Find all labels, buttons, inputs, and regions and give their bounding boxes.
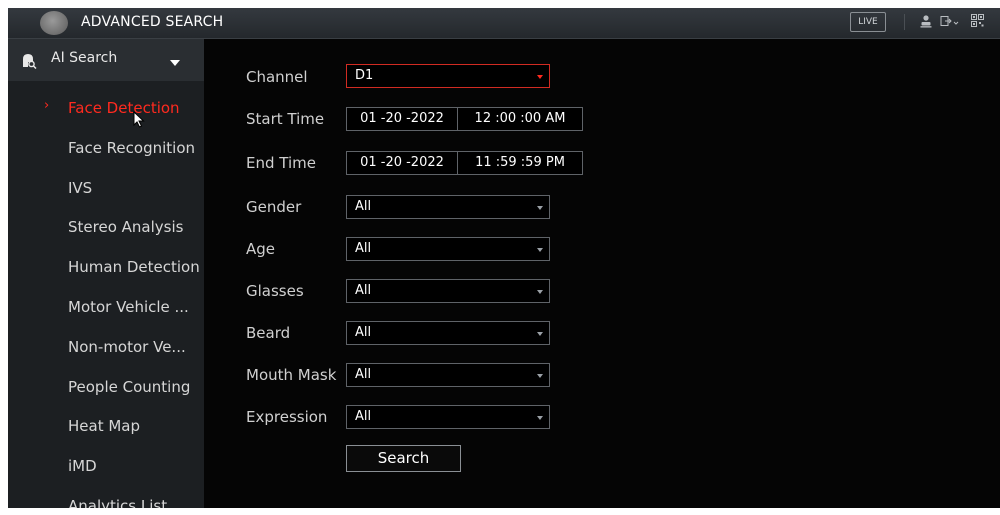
caret-down-icon [537,206,543,210]
channel-select[interactable]: D1 [346,64,550,88]
gender-value: All [355,199,372,214]
sidebar-item-label: Human Detection [68,258,200,276]
age-select[interactable]: All [346,237,550,261]
glasses-value: All [355,283,372,298]
caret-down-icon [537,290,543,294]
gender-select[interactable]: All [346,195,550,219]
caret-down-icon [537,75,543,79]
start-date-input[interactable]: 01 -20 -2022 [347,108,458,130]
sidebar-item-label: Motor Vehicle ... [68,298,189,316]
end-time-input[interactable]: 11 :59 :59 PM [458,152,582,174]
mouth-mask-label: Mouth Mask [246,366,337,384]
beard-value: All [355,325,372,340]
start-time-field[interactable]: 01 -20 -2022 12 :00 :00 AM [346,107,583,131]
ai-search-label: AI Search [51,50,118,66]
app-window: ADVANCED SEARCH LIVE AI Search › Face De… [8,8,1000,508]
mouth-mask-value: All [355,367,372,382]
glasses-label: Glasses [246,282,304,300]
sidebar-item-motor-vehicle[interactable]: Motor Vehicle ... [8,289,204,325]
sidebar-item-analytics-list[interactable]: Analytics List [8,488,204,508]
live-button[interactable]: LIVE [850,12,886,32]
sidebar-item-people-counting[interactable]: People Counting [8,369,204,405]
sidebar-item-label: Face Detection [68,99,180,117]
header-divider [904,14,905,30]
logo-icon [40,11,68,35]
qr-code-icon[interactable] [971,14,984,31]
ai-search-dropdown[interactable]: AI Search [8,39,204,81]
caret-down-icon [537,416,543,420]
sidebar-item-heat-map[interactable]: Heat Map [8,408,204,444]
search-button[interactable]: Search [346,445,461,472]
user-icon[interactable] [920,14,932,32]
end-time-label: End Time [246,154,316,172]
sidebar-item-non-motor-vehicle[interactable]: Non-motor Ve... [8,329,204,365]
sidebar-item-label: People Counting [68,378,191,396]
sidebar-item-label: Non-motor Ve... [68,338,186,356]
caret-down-icon [537,248,543,252]
gender-label: Gender [246,198,302,216]
sidebar-item-label: Stereo Analysis [68,218,184,236]
start-time-input[interactable]: 12 :00 :00 AM [458,108,582,130]
age-value: All [355,241,372,256]
expression-label: Expression [246,408,328,426]
sidebar-item-label: Face Recognition [68,139,196,157]
channel-label: Channel [246,68,308,86]
mouth-mask-select[interactable]: All [346,363,550,387]
sidebar-item-stereo-analysis[interactable]: Stereo Analysis [8,209,204,245]
sidebar-item-label: iMD [68,457,97,475]
sidebar-item-human-detection[interactable]: Human Detection [8,249,204,285]
start-time-label: Start Time [246,110,325,128]
logout-icon[interactable] [940,14,960,32]
glasses-select[interactable]: All [346,279,550,303]
sidebar-item-label: Heat Map [68,417,141,435]
sidebar-item-imd[interactable]: iMD [8,448,204,484]
channel-value: D1 [355,68,374,83]
sidebar-item-label: IVS [68,179,93,197]
ai-search-icon [21,53,37,70]
end-time-field[interactable]: 01 -20 -2022 11 :59 :59 PM [346,151,583,175]
sidebar-item-ivs[interactable]: IVS [8,170,204,206]
end-date-input[interactable]: 01 -20 -2022 [347,152,458,174]
header-bar: ADVANCED SEARCH LIVE [8,8,1000,39]
sidebar: AI Search › Face Detection Face Recognit… [8,39,204,508]
expression-value: All [355,409,372,424]
caret-down-icon [537,374,543,378]
expression-select[interactable]: All [346,405,550,429]
beard-label: Beard [246,324,291,342]
chevron-down-icon [170,60,180,66]
sidebar-item-label: Analytics List [68,497,168,508]
mouse-cursor-icon [133,110,145,132]
sidebar-item-face-recognition[interactable]: Face Recognition [8,130,204,166]
chevron-right-icon: › [44,98,50,113]
page-title: ADVANCED SEARCH [81,14,224,30]
sidebar-item-face-detection[interactable]: › Face Detection [8,90,204,126]
age-label: Age [246,240,276,258]
beard-select[interactable]: All [346,321,550,345]
caret-down-icon [537,332,543,336]
